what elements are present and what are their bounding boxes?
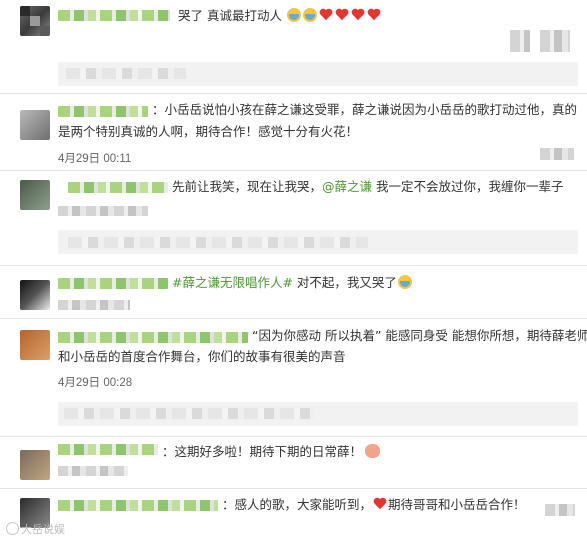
avatar[interactable] <box>20 330 50 360</box>
comment-body: ：感人的歌，大家能听到， <box>222 497 373 512</box>
comment-text-line-2: 和小岳岳的首度合作舞台，你们的故事有很美的声音 <box>58 349 346 364</box>
blurred-meta <box>58 466 128 476</box>
comment-body: 先前让我笑，现在让我哭， <box>172 179 323 194</box>
watermark-logo-icon <box>6 522 19 535</box>
blurred-username[interactable] <box>58 106 148 117</box>
blurred-username[interactable] <box>68 182 168 193</box>
comment-text-line-2: 是两个特别真诚的人啊，期待合作！感觉十分有火花！ <box>58 124 359 139</box>
avatar[interactable] <box>20 110 50 140</box>
comment-body: 我一定不会放过你，我缠你一辈子 <box>372 179 564 194</box>
crying-emoji-icon <box>302 8 317 22</box>
comment-text: ：这期好多啦！期待下期的日常薛！ <box>162 442 381 462</box>
comment-body: 哭了 真诚最打动人 <box>178 8 282 23</box>
blurred-username[interactable] <box>58 278 168 289</box>
comment-text: #薛之谦无限唱作人# 对不起，我又哭了 <box>172 273 413 293</box>
watermark: 大岳说娱 <box>6 521 65 537</box>
reply-bar[interactable] <box>58 402 578 426</box>
comment-body: ：这期好多啦！期待下期的日常薛！ <box>162 444 363 459</box>
reply-bar[interactable] <box>58 62 578 86</box>
watermark-text: 大岳说娱 <box>21 524 65 536</box>
comment-body: 对不起，我又哭了 <box>292 275 397 290</box>
comment-text-line-1: “因为你感动 所以执着” 能感同身受 能想你所想，期待薛老师 <box>252 328 587 343</box>
comment-date: 4月29日 00:11 <box>58 153 132 165</box>
blurred-reply <box>66 68 186 79</box>
divider <box>0 170 587 171</box>
divider <box>0 318 587 319</box>
divider <box>0 265 587 266</box>
heart-icon <box>351 9 365 22</box>
avatar[interactable] <box>20 180 50 210</box>
blurred-reply <box>68 237 368 248</box>
blurred-meta <box>540 148 574 160</box>
heart-icon <box>319 9 333 22</box>
divider <box>0 93 587 94</box>
crying-emoji-icon <box>397 275 412 289</box>
pig-emoji-icon <box>365 444 381 458</box>
blurred-username[interactable] <box>58 444 158 455</box>
blurred-meta <box>510 30 530 52</box>
comment-body: 期待哥哥和小岳岳合作！ <box>388 497 526 512</box>
heart-icon <box>367 9 381 22</box>
reply-bar[interactable] <box>58 230 578 254</box>
divider <box>0 488 587 489</box>
blurred-meta <box>58 206 148 216</box>
avatar[interactable] <box>20 280 50 310</box>
comment-text: 哭了 真诚最打动人 <box>178 6 382 26</box>
blurred-meta <box>545 504 575 516</box>
divider <box>0 436 587 437</box>
hashtag-link[interactable]: #薛之谦无限唱作人# <box>172 275 293 290</box>
avatar[interactable] <box>20 6 50 36</box>
blurred-username[interactable] <box>58 500 218 511</box>
crying-emoji-icon <box>286 8 301 22</box>
blurred-reply <box>64 408 314 419</box>
heart-icon <box>373 498 387 511</box>
comment-date: 4月29日 00:28 <box>58 377 133 389</box>
blurred-username[interactable] <box>58 332 248 343</box>
blurred-meta <box>540 30 570 52</box>
heart-icon <box>335 9 349 22</box>
mention-link[interactable]: @薛之谦 <box>322 179 372 194</box>
blurred-meta <box>58 300 130 310</box>
blurred-username[interactable] <box>58 10 170 21</box>
avatar[interactable] <box>20 450 50 480</box>
comment-text: 先前让我笑，现在让我哭，@薛之谦 我一定不会放过你，我缠你一辈子 <box>172 177 564 197</box>
comment-text: ：感人的歌，大家能听到， 期待哥哥和小岳岳合作！ <box>222 495 526 515</box>
comment-text-line-1: ：小岳岳说怕小孩在薛之谦这受罪，薛之谦说因为小岳岳的歌打动过他，真的 <box>152 102 578 117</box>
comment-feed: 哭了 真诚最打动人 ：小岳岳说怕小孩在薛之谦这受罪，薛之谦说因为小岳岳的歌打动过… <box>0 0 587 542</box>
